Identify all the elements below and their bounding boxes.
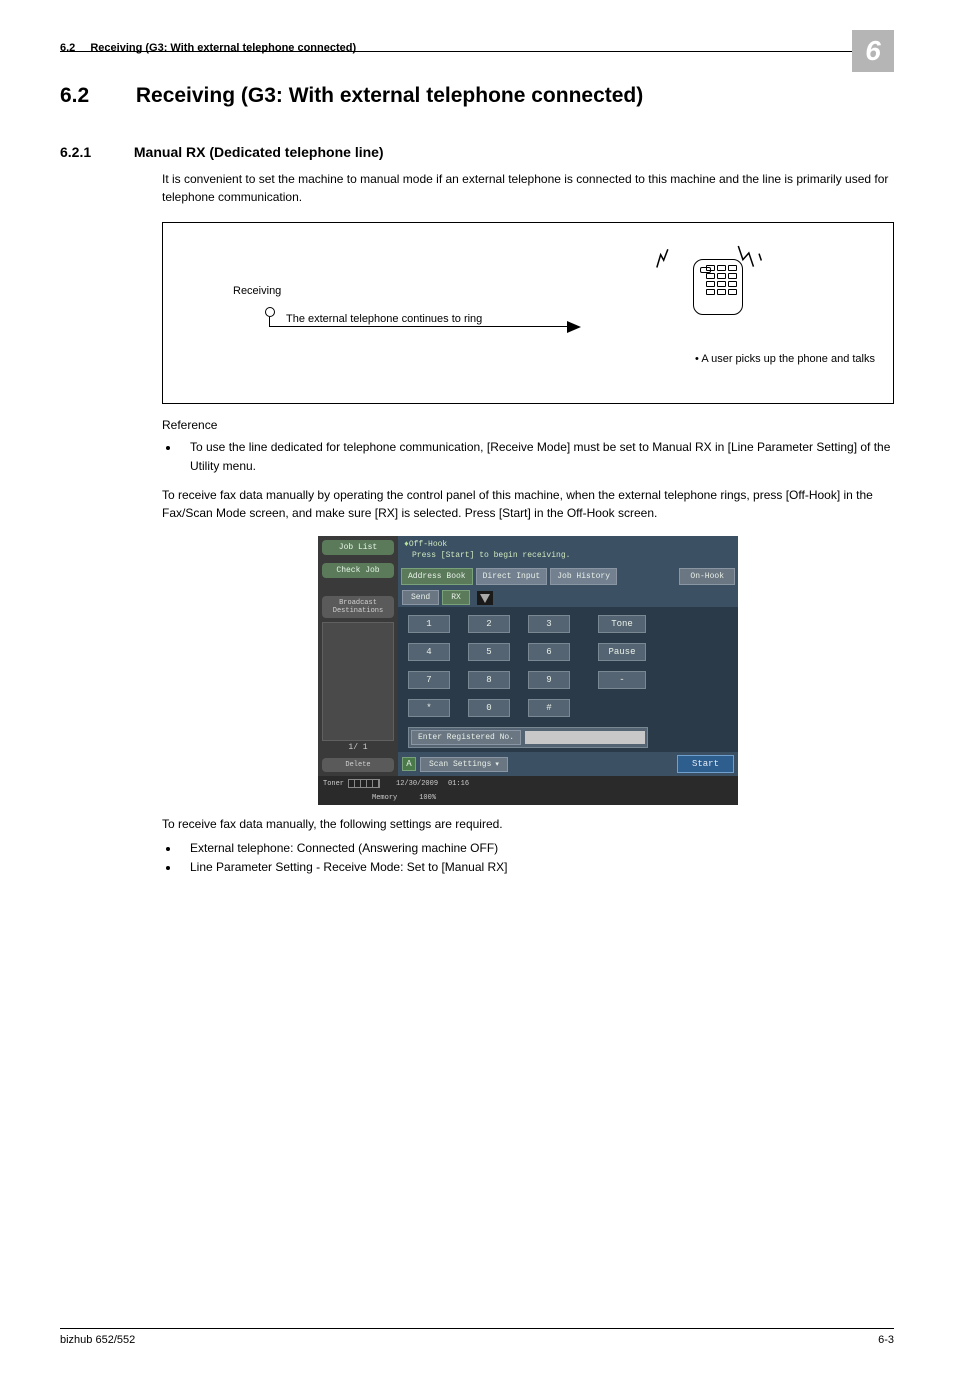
scan-settings-icon: A	[402, 757, 416, 771]
broadcast-label: Broadcast Destinations	[322, 596, 394, 618]
toner-bar-icon	[348, 779, 380, 788]
instruction-paragraph: To receive fax data manually by operatin…	[162, 486, 894, 522]
chapter-badge: 6	[852, 30, 894, 72]
control-panel-screenshot: Job List Check Job Broadcast Destination…	[318, 536, 738, 805]
tone-button[interactable]: Tone	[598, 615, 646, 633]
ring-spark-icon	[650, 246, 680, 278]
flow-diagram: Receiving The external telephone continu…	[162, 222, 894, 404]
key-5[interactable]: 5	[468, 643, 510, 661]
enter-registered-no-button[interactable]: Enter Registered No.	[411, 730, 521, 745]
page-indicator: 1/ 1	[318, 743, 398, 752]
footer-date: 12/30/2009	[396, 780, 438, 788]
key-4[interactable]: 4	[408, 643, 450, 661]
reference-list: To use the line dedicated for telephone …	[162, 438, 894, 476]
dropdown-icon[interactable]	[477, 591, 493, 605]
tab-address-book[interactable]: Address Book	[401, 568, 473, 585]
offhook-banner: ♦Off-Hook Press [Start] to begin receivi…	[398, 536, 738, 565]
key-0[interactable]: 0	[468, 699, 510, 717]
on-hook-button[interactable]: On-Hook	[679, 568, 735, 585]
enter-registered-no: Enter Registered No.	[408, 727, 648, 748]
pause-button[interactable]: Pause	[598, 643, 646, 661]
dial-keypad: 1 2 3 4 5 6 7 8 9 *	[408, 615, 570, 717]
list-item: Line Parameter Setting - Receive Mode: S…	[180, 858, 894, 877]
key-7[interactable]: 7	[408, 671, 450, 689]
send-tab[interactable]: Send	[402, 590, 439, 605]
key-8[interactable]: 8	[468, 671, 510, 689]
settings-list: External telephone: Connected (Answering…	[162, 839, 894, 877]
subsection-heading: 6.2.1 Manual RX (Dedicated telephone lin…	[60, 144, 894, 160]
key-9[interactable]: 9	[528, 671, 570, 689]
footer-model: bizhub 652/552	[60, 1334, 135, 1346]
receiving-label: Receiving	[233, 285, 281, 297]
intro-paragraph: It is convenient to set the machine to m…	[162, 170, 894, 206]
toner-label: Toner	[323, 780, 344, 788]
running-header: 6.2 Receiving (G3: With external telepho…	[60, 42, 894, 54]
check-job-button[interactable]: Check Job	[322, 563, 394, 578]
registered-no-field[interactable]	[525, 731, 645, 744]
chevron-down-icon: ▾	[495, 760, 499, 769]
telephone-icon	[693, 253, 743, 315]
phone-caption: • A user picks up the phone and talks	[695, 353, 875, 365]
footer-memory-label: Memory	[372, 794, 397, 802]
key-2[interactable]: 2	[468, 615, 510, 633]
dash-button[interactable]: -	[598, 671, 646, 689]
arrow-icon	[567, 321, 581, 333]
key-6[interactable]: 6	[528, 643, 570, 661]
page-footer: bizhub 652/552 6-3	[60, 1328, 894, 1346]
key-1[interactable]: 1	[408, 615, 450, 633]
footer-memory-value: 100%	[419, 794, 436, 802]
key-3[interactable]: 3	[528, 615, 570, 633]
reference-label: Reference	[162, 418, 894, 432]
list-item: External telephone: Connected (Answering…	[180, 839, 894, 858]
footer-page-number: 6-3	[878, 1334, 894, 1346]
section-heading: 6.2 Receiving (G3: With external telepho…	[60, 84, 894, 108]
job-list-button[interactable]: Job List	[322, 540, 394, 555]
start-button[interactable]: Start	[677, 755, 734, 773]
tab-job-history[interactable]: Job History	[550, 568, 617, 585]
footer-time: 01:16	[448, 780, 469, 788]
tab-direct-input[interactable]: Direct Input	[476, 568, 548, 585]
settings-intro: To receive fax data manually, the follow…	[162, 815, 894, 833]
scan-settings-button[interactable]: Scan Settings ▾	[420, 757, 508, 772]
list-item: To use the line dedicated for telephone …	[180, 438, 894, 476]
ring-text: The external telephone continues to ring	[286, 313, 482, 325]
key-star[interactable]: *	[408, 699, 450, 717]
rx-tab[interactable]: RX	[442, 590, 470, 605]
key-hash[interactable]: #	[528, 699, 570, 717]
delete-button[interactable]: Delete	[322, 758, 394, 772]
